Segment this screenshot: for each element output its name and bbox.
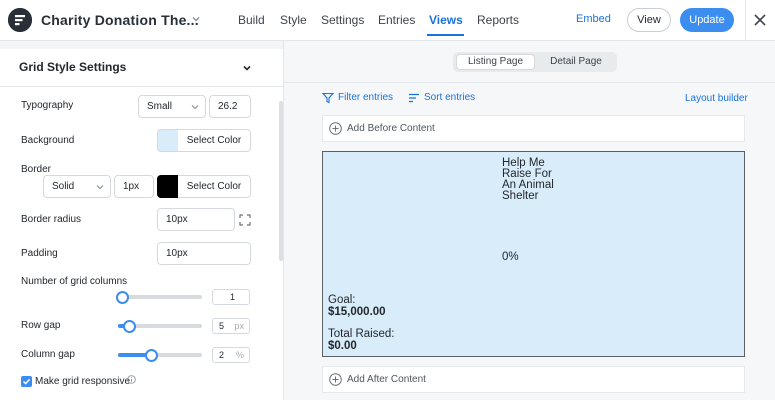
panel-scrollbar[interactable]: [279, 101, 283, 261]
grid-columns-input[interactable]: 1: [212, 289, 250, 305]
filter-entries-label: Filter entries: [338, 92, 394, 103]
typography-size-value: Small: [147, 101, 173, 112]
goal-label: Goal:: [328, 294, 356, 306]
border-select-color-button[interactable]: Select Color: [178, 175, 251, 198]
active-nav-indicator: [427, 34, 464, 36]
nav-settings[interactable]: Settings: [321, 13, 364, 27]
info-icon[interactable]: [127, 375, 136, 384]
add-icon: [329, 373, 342, 386]
row-gap-unit: px: [234, 321, 244, 331]
tab-listing-page[interactable]: Listing Page: [456, 54, 535, 70]
border-radius-label: Border radius: [21, 214, 82, 225]
row-gap-label: Row gap: [21, 320, 61, 331]
sort-entries-label: Sort entries: [424, 92, 476, 103]
panel-top-strip: [0, 41, 283, 49]
background-color-swatch[interactable]: [157, 129, 178, 152]
typography-number-input[interactable]: 26.2: [209, 95, 251, 118]
embed-link[interactable]: Embed: [576, 13, 611, 25]
divider: [745, 0, 746, 41]
padding-input[interactable]: 10px: [157, 242, 251, 265]
grid-columns-label: Number of grid columns: [21, 276, 128, 287]
nav-build[interactable]: Build: [238, 13, 265, 27]
form-title[interactable]: Charity Donation The...: [41, 12, 199, 28]
column-gap-unit: %: [235, 350, 244, 360]
total-raised-label: Total Raised:: [328, 328, 395, 340]
row-gap-input[interactable]: 5 px: [212, 318, 250, 334]
border-label: Border: [21, 164, 52, 175]
add-after-content-label: Add After Content: [347, 374, 426, 385]
add-after-content-row[interactable]: Add After Content: [322, 366, 745, 393]
padding-label: Padding: [21, 248, 58, 259]
typography-label: Typography: [21, 100, 74, 111]
filter-icon: [322, 92, 334, 104]
add-before-content-row[interactable]: Add Before Content: [322, 115, 745, 142]
border-width-input[interactable]: 1px: [114, 175, 154, 198]
grid-style-settings-header[interactable]: Grid Style Settings: [0, 49, 283, 87]
border-style-value: Solid: [52, 181, 75, 192]
divider: [284, 82, 775, 83]
nav-entries[interactable]: Entries: [378, 13, 415, 27]
make-grid-responsive-label: Make grid responsive: [35, 376, 131, 387]
background-select-color-button[interactable]: Select Color: [178, 129, 251, 152]
page-type-toggle: Listing Page Detail Page: [453, 52, 617, 72]
grid-columns-slider-track[interactable]: [118, 295, 202, 299]
expand-corners-icon[interactable]: [239, 214, 251, 226]
top-bar: Charity Donation The... Build Style Sett…: [0, 0, 775, 41]
view-preview-area: Listing Page Detail Page Filter entries …: [284, 41, 775, 400]
nav-views[interactable]: Views: [429, 13, 463, 27]
total-raised-value: $0.00: [328, 340, 357, 352]
view-button[interactable]: View: [627, 8, 671, 32]
column-gap-value: 2: [219, 350, 225, 360]
background-label: Background: [21, 135, 75, 146]
nav-reports[interactable]: Reports: [477, 13, 519, 27]
donation-card[interactable]: Help Me Raise For An Animal Shelter 0% G…: [322, 151, 745, 357]
column-gap-input[interactable]: 2 %: [212, 347, 250, 363]
progress-percent: 0%: [502, 251, 519, 263]
typography-size-select[interactable]: Small: [138, 95, 206, 118]
make-grid-responsive-checkbox[interactable]: [21, 376, 32, 387]
column-gap-label: Column gap: [21, 349, 75, 360]
goal-value: $15,000.00: [328, 306, 386, 318]
section-title: Grid Style Settings: [19, 60, 127, 74]
card-title: Help Me Raise For An Animal Shelter: [502, 157, 572, 202]
row-gap-value: 5: [219, 321, 225, 331]
add-icon: [329, 122, 342, 135]
chevron-down-icon: [96, 185, 104, 190]
card-title-line: Shelter: [502, 190, 539, 202]
layout-builder-link[interactable]: Layout builder: [685, 93, 748, 104]
add-before-content-label: Add Before Content: [347, 123, 435, 134]
grid-columns-slider-handle[interactable]: [116, 291, 129, 304]
column-gap-slider-handle[interactable]: [145, 349, 158, 362]
nav-style[interactable]: Style: [280, 13, 307, 27]
tab-detail-page[interactable]: Detail Page: [537, 54, 615, 70]
row-gap-slider-handle[interactable]: [123, 320, 136, 333]
update-button[interactable]: Update: [680, 8, 734, 32]
chevron-down-icon[interactable]: [242, 63, 252, 73]
sort-icon: [409, 93, 419, 103]
style-settings-panel: Grid Style Settings Typography Small 26.…: [0, 41, 284, 400]
formidable-logo-icon[interactable]: [8, 8, 32, 32]
border-style-select[interactable]: Solid: [43, 175, 111, 198]
border-radius-input[interactable]: 10px: [157, 208, 235, 231]
border-color-swatch[interactable]: [157, 175, 178, 198]
chevron-down-icon: [191, 105, 199, 110]
chevron-down-icon[interactable]: [190, 12, 202, 26]
close-icon[interactable]: [752, 12, 768, 28]
